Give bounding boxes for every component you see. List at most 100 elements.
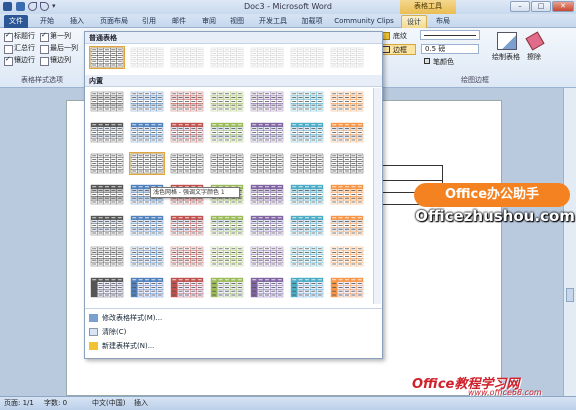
table-style-thumb[interactable] [289, 276, 325, 299]
insert-mode[interactable]: 插入 [134, 397, 148, 410]
tab-insert[interactable]: 插入 [66, 15, 88, 28]
table-style-thumb[interactable] [249, 276, 285, 299]
table-style-thumb[interactable] [329, 245, 365, 268]
table-style-thumb[interactable] [169, 90, 205, 113]
table-style-thumb[interactable] [209, 90, 245, 113]
style-tooltip: 浅色网格 - 强调文字颜色 1 [150, 187, 240, 198]
table-style-thumb[interactable] [129, 152, 165, 175]
table-style-thumb[interactable] [249, 152, 285, 175]
table-style-thumb[interactable] [209, 121, 245, 144]
plain-tables-header: 普通表格 [85, 32, 382, 44]
close-icon[interactable]: ✕ [552, 1, 574, 12]
table-style-thumb[interactable] [289, 121, 325, 144]
table-style-thumb[interactable] [169, 245, 205, 268]
option-banded-columns[interactable]: 镶边列 [40, 56, 71, 66]
tab-file[interactable]: 文件 [4, 15, 28, 28]
clear-style-menu[interactable]: 清除(C) [89, 327, 126, 337]
table-style-thumb[interactable] [289, 183, 325, 206]
option-banded-rows[interactable]: 镶边行 [4, 55, 35, 66]
tab-view[interactable]: 视图 [226, 15, 248, 28]
status-bar: 页面: 1/1 字数: 0 中文(中国) 插入 [0, 396, 576, 410]
borders-icon[interactable] [382, 46, 390, 53]
table-style-thumb[interactable] [89, 121, 125, 144]
eraser-icon[interactable] [525, 31, 545, 51]
gallery-scrollbar[interactable] [373, 88, 381, 304]
table-style-thumb[interactable] [289, 90, 325, 113]
tab-mailings[interactable]: 邮件 [168, 15, 190, 28]
table-style-thumb[interactable] [329, 90, 365, 113]
table-cell[interactable] [377, 165, 443, 181]
tab-community-clips[interactable]: Community Clips [334, 15, 394, 28]
table-style-thumb[interactable] [289, 214, 325, 237]
table-style-thumb[interactable] [249, 214, 285, 237]
tab-developer[interactable]: 开发工具 [256, 15, 290, 28]
tab-layout[interactable]: 布局 [431, 15, 455, 28]
table-style-thumb[interactable] [329, 276, 365, 299]
table-style-thumb[interactable] [169, 276, 205, 299]
table-style-thumb[interactable] [89, 276, 125, 299]
pen-weight-select[interactable]: 0.5 磅 [421, 44, 479, 54]
table-style-thumb[interactable] [89, 214, 125, 237]
borders-button[interactable]: 边框 [393, 45, 407, 55]
plain-table-style[interactable] [129, 46, 165, 69]
table-style-thumb[interactable] [169, 152, 205, 175]
table-style-thumb[interactable] [89, 245, 125, 268]
table-style-thumb[interactable] [89, 152, 125, 175]
tab-home[interactable]: 开始 [36, 15, 58, 28]
table-style-thumb[interactable] [169, 214, 205, 237]
table-style-options-label: 表格样式选项 [21, 76, 63, 84]
maximize-icon[interactable]: □ [531, 1, 551, 12]
language[interactable]: 中文(中国) [92, 397, 125, 410]
table-style-thumb[interactable] [129, 276, 165, 299]
eraser-button[interactable]: 擦除 [527, 52, 541, 62]
table-style-thumb[interactable] [249, 121, 285, 144]
table-style-thumb[interactable] [129, 121, 165, 144]
tab-addins[interactable]: 加载项 [298, 15, 326, 28]
modify-style-menu[interactable]: 修改表格样式(M)... [89, 313, 162, 323]
tab-references[interactable]: 引用 [138, 15, 160, 28]
option-first-column[interactable]: 第一列 [40, 31, 71, 42]
minimize-icon[interactable]: – [510, 1, 530, 12]
word-count[interactable]: 字数: 0 [44, 397, 67, 410]
option-last-column[interactable]: 最后一列 [40, 44, 78, 54]
table-style-thumb[interactable] [329, 214, 365, 237]
table-style-thumb[interactable] [249, 183, 285, 206]
table-style-thumb[interactable] [169, 121, 205, 144]
tab-design[interactable]: 设计 [401, 15, 427, 28]
table-style-thumb[interactable] [289, 245, 325, 268]
table-style-thumb[interactable] [249, 90, 285, 113]
table-style-thumb[interactable] [249, 245, 285, 268]
plain-table-style[interactable] [89, 46, 125, 69]
pen-color-icon[interactable] [424, 58, 430, 64]
table-style-thumb[interactable] [209, 245, 245, 268]
table-style-thumb[interactable] [289, 152, 325, 175]
option-header-row[interactable]: 标题行 [4, 31, 35, 42]
page-count[interactable]: 页面: 1/1 [4, 397, 34, 410]
table-style-thumb[interactable] [329, 152, 365, 175]
table-style-thumb[interactable] [329, 183, 365, 206]
plain-table-style[interactable] [169, 46, 205, 69]
plain-table-style[interactable] [289, 46, 325, 69]
table-style-thumb[interactable] [89, 90, 125, 113]
table-style-thumb[interactable] [129, 90, 165, 113]
shading-icon[interactable] [382, 32, 390, 40]
table-style-thumb[interactable] [209, 152, 245, 175]
new-style-menu[interactable]: 新建表样式(N)... [89, 341, 154, 351]
draw-table-button[interactable]: 绘制表格 [492, 52, 520, 62]
table-style-thumb[interactable] [329, 121, 365, 144]
tab-page-layout[interactable]: 页面布局 [96, 15, 132, 28]
table-style-thumb[interactable] [209, 214, 245, 237]
plain-table-style[interactable] [249, 46, 285, 69]
table-style-thumb[interactable] [89, 183, 125, 206]
plain-table-style[interactable] [329, 46, 365, 69]
draw-table-icon[interactable] [497, 32, 517, 50]
table-style-thumb[interactable] [129, 214, 165, 237]
option-total-row[interactable]: 汇总行 [4, 44, 35, 54]
shading-button[interactable]: 底纹 [393, 31, 407, 41]
tab-review[interactable]: 审阅 [198, 15, 220, 28]
table-style-thumb[interactable] [129, 245, 165, 268]
pen-color-button[interactable]: 笔颜色 [433, 57, 454, 67]
table-style-thumb[interactable] [209, 276, 245, 299]
vertical-scrollbar[interactable] [563, 88, 576, 396]
plain-table-style[interactable] [209, 46, 245, 69]
